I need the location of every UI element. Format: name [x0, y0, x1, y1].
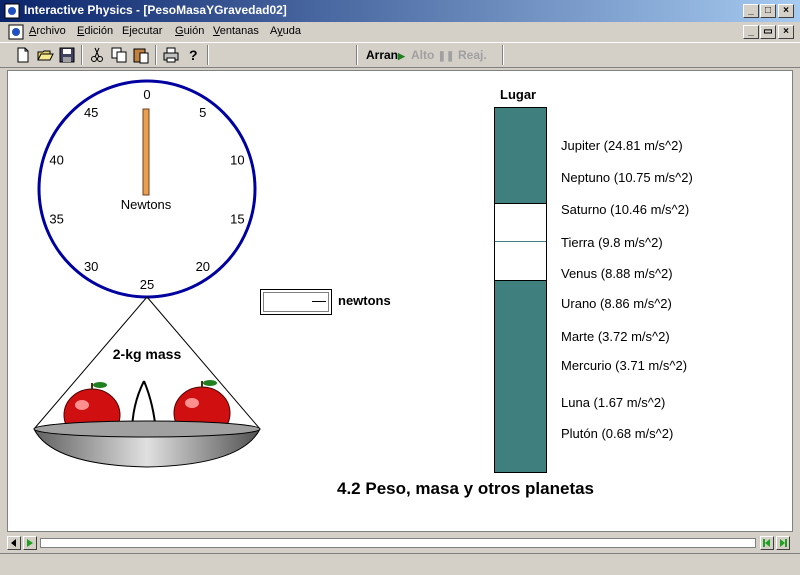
title-bar: Interactive Physics - [PesoMasaYGravedad… [0, 0, 800, 22]
menu-bar: Archivo Edición Ejecutar Guión Ventanas … [0, 22, 800, 42]
planet-urano[interactable]: Urano (8.86 m/s^2) [561, 296, 672, 311]
app-icon [4, 3, 20, 19]
dial-tick-label: 0 [143, 87, 150, 102]
menu-ejecutar[interactable]: Ejecutar [122, 25, 162, 37]
play-icon [27, 539, 33, 547]
help-icon[interactable]: ? [184, 46, 202, 64]
planet-tierra[interactable]: Tierra (9.8 m/s^2) [561, 235, 663, 250]
stop-button[interactable]: Alto ❚❚ [411, 48, 454, 62]
window-title: Interactive Physics - [PesoMasaYGravedad… [24, 3, 287, 17]
toolbar-separator [81, 45, 83, 65]
menu-ventanas[interactable]: Ventanas [213, 25, 259, 37]
doc-minimize-button[interactable]: _ [743, 25, 759, 39]
dial-tick-label: 40 [49, 153, 63, 168]
simulation-caption: 4.2 Peso, masa y otros planetas [337, 479, 595, 498]
run-button[interactable]: Arran▶ [366, 48, 405, 62]
dial-tick-label: 15 [230, 211, 244, 226]
run-label: Arran [366, 48, 399, 62]
spring-scale-dial[interactable]: 0 5 10 15 20 25 30 35 40 45 Newtons [32, 79, 262, 307]
planet-saturno[interactable]: Saturno (10.46 m/s^2) [561, 202, 689, 217]
planet-pluton[interactable]: Plutón (0.68 m/s^2) [561, 426, 673, 441]
open-icon[interactable] [36, 46, 54, 64]
toolbar-separator [502, 45, 504, 65]
save-icon[interactable] [58, 46, 76, 64]
copy-icon[interactable] [110, 46, 128, 64]
meter-unit: newtons [338, 293, 391, 308]
fast-forward-icon [780, 539, 787, 547]
mass-label: 2-kg mass [113, 346, 182, 362]
planet-neptuno[interactable]: Neptuno (10.75 m/s^2) [561, 170, 693, 185]
menu-archivo[interactable]: Archivo [29, 25, 66, 37]
step-back-button[interactable] [760, 536, 774, 550]
menu-guion[interactable]: Guión [175, 25, 204, 37]
planet-venus[interactable]: Venus (8.88 m/s^2) [561, 266, 673, 281]
play-icon: ▶ [398, 51, 405, 61]
toolbar: ? Arran▶ Alto ❚❚ Reaj. [0, 42, 800, 68]
planet-luna[interactable]: Luna (1.67 m/s^2) [561, 395, 665, 410]
rewind-icon [763, 539, 770, 547]
place-slider-thumb[interactable] [495, 203, 546, 281]
play-forward-button[interactable] [23, 536, 37, 550]
force-meter[interactable] [260, 289, 332, 315]
pause-icon: ❚❚ [437, 51, 455, 62]
doc-restore-button[interactable]: ▭ [760, 25, 776, 39]
dial-tick-label: 30 [84, 259, 98, 274]
dial-unit-label: Newtons [121, 197, 172, 212]
planet-jupiter[interactable]: Jupiter (24.81 m/s^2) [561, 138, 683, 153]
place-header: Lugar [500, 87, 537, 102]
left-arrow-icon [11, 539, 16, 547]
scroll-left-button[interactable] [7, 536, 21, 550]
place-slider-track[interactable] [494, 107, 547, 473]
step-forward-button[interactable] [776, 536, 790, 550]
dial-needle [142, 108, 150, 196]
maximize-button[interactable]: □ [760, 4, 776, 18]
status-bar [0, 553, 800, 575]
toolbar-separator [155, 45, 157, 65]
planet-marte[interactable]: Marte (3.72 m/s^2) [561, 329, 670, 344]
svg-text:?: ? [189, 47, 198, 63]
dial-tick-label: 20 [196, 259, 210, 274]
minimize-button[interactable]: _ [743, 4, 759, 18]
document-icon[interactable] [8, 24, 24, 40]
planet-mercurio[interactable]: Mercurio (3.71 m/s^2) [561, 358, 687, 373]
toolbar-separator [207, 45, 209, 65]
dial-tick-label: 5 [199, 105, 206, 120]
print-icon[interactable] [162, 46, 180, 64]
dial-tick-label: 10 [230, 153, 244, 168]
dial-tick-label: 35 [49, 211, 63, 226]
doc-close-button[interactable]: × [778, 25, 794, 39]
paste-icon[interactable] [132, 46, 150, 64]
menu-ayuda[interactable]: Ayuda [270, 25, 301, 37]
stop-label: Alto [411, 48, 435, 62]
reset-button[interactable]: Reaj. [458, 48, 487, 62]
cut-icon[interactable] [88, 46, 106, 64]
scale-pan: 2-kg mass [33, 296, 261, 468]
simulation-canvas[interactable]: 0 5 10 15 20 25 30 35 40 45 Newtons 2-kg mass [7, 70, 793, 532]
menu-edicion[interactable]: Edición [77, 25, 113, 37]
dial-tick-label: 25 [140, 277, 154, 292]
playback-bar [0, 533, 800, 553]
close-button[interactable]: × [778, 4, 794, 18]
new-icon[interactable] [14, 46, 32, 64]
timeline-track[interactable] [40, 538, 756, 548]
toolbar-separator [356, 45, 358, 65]
dial-tick-label: 45 [84, 105, 98, 120]
